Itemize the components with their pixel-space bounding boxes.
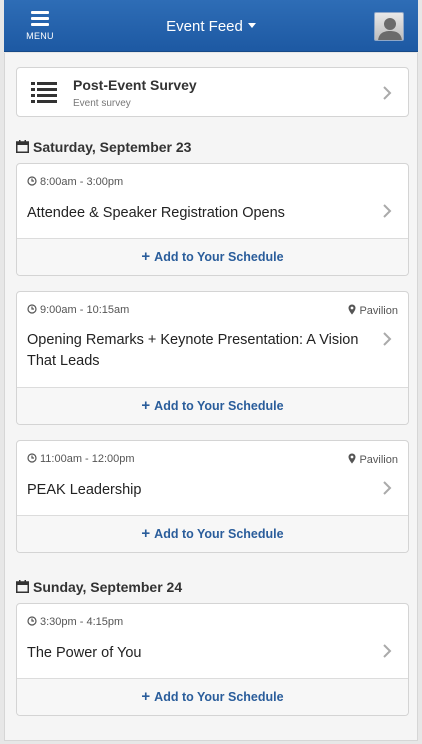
plus-icon: + (141, 248, 151, 265)
user-avatar-icon[interactable] (374, 12, 404, 41)
day-header-sunday: Sunday, September 24 (16, 579, 182, 595)
session-time: 3:30pm - 4:15pm (27, 616, 123, 628)
session-card: 11:00am - 12:00pm Pavilion PEAK Leadersh… (16, 440, 409, 553)
feed-content: Post-Event Survey Event survey Saturday,… (4, 53, 418, 741)
add-to-schedule-button[interactable]: + Add to Your Schedule (17, 238, 408, 275)
caret-down-icon (247, 23, 256, 28)
day-label: Saturday, September 23 (33, 139, 192, 155)
session-card: 3:30pm - 4:15pm The Power of You + Add to… (16, 603, 409, 716)
survey-title: Post-Event Survey (73, 77, 197, 93)
calendar-icon (16, 580, 29, 593)
map-marker-icon (348, 453, 356, 464)
chevron-right-icon (383, 644, 392, 658)
session-title: The Power of You (27, 645, 142, 661)
plus-icon: + (141, 688, 151, 705)
add-to-schedule-button[interactable]: + Add to Your Schedule (17, 515, 408, 552)
chevron-right-icon (383, 481, 392, 495)
chevron-right-icon (383, 332, 392, 346)
add-to-schedule-button[interactable]: + Add to Your Schedule (17, 678, 408, 715)
session-location: Pavilion (348, 304, 398, 317)
clock-icon (27, 304, 37, 314)
chevron-right-icon (383, 204, 392, 218)
session-card: 8:00am - 3:00pm Attendee & Speaker Regis… (16, 163, 409, 276)
add-to-schedule-button[interactable]: + Add to Your Schedule (17, 387, 408, 424)
clock-icon (27, 616, 37, 626)
plus-icon: + (141, 397, 151, 414)
session-location: Pavilion (348, 453, 398, 466)
survey-subtitle: Event survey (73, 98, 131, 109)
chevron-right-icon (383, 86, 392, 100)
session-title: Opening Remarks + Keynote Presentation: … (27, 332, 359, 369)
map-marker-icon (348, 304, 356, 315)
day-label: Sunday, September 24 (33, 579, 183, 595)
list-icon (31, 82, 57, 103)
feed-title-label: Event Feed (166, 18, 243, 35)
event-feed-dropdown[interactable]: Event Feed (4, 18, 418, 35)
session-time: 9:00am - 10:15am (27, 304, 129, 316)
plus-icon: + (141, 525, 151, 542)
session-time: 11:00am - 12:00pm (27, 453, 135, 465)
session-time: 8:00am - 3:00pm (27, 176, 123, 188)
day-header-saturday: Saturday, September 23 (16, 139, 191, 155)
survey-card[interactable]: Post-Event Survey Event survey (16, 67, 409, 117)
session-title: Attendee & Speaker Registration Opens (27, 205, 285, 221)
session-card: 9:00am - 10:15am Pavilion Opening Remark… (16, 291, 409, 425)
clock-icon (27, 176, 37, 186)
session-title: PEAK Leadership (27, 482, 142, 498)
app-header: MENU Event Feed (4, 0, 418, 52)
calendar-icon (16, 140, 29, 153)
clock-icon (27, 453, 37, 463)
